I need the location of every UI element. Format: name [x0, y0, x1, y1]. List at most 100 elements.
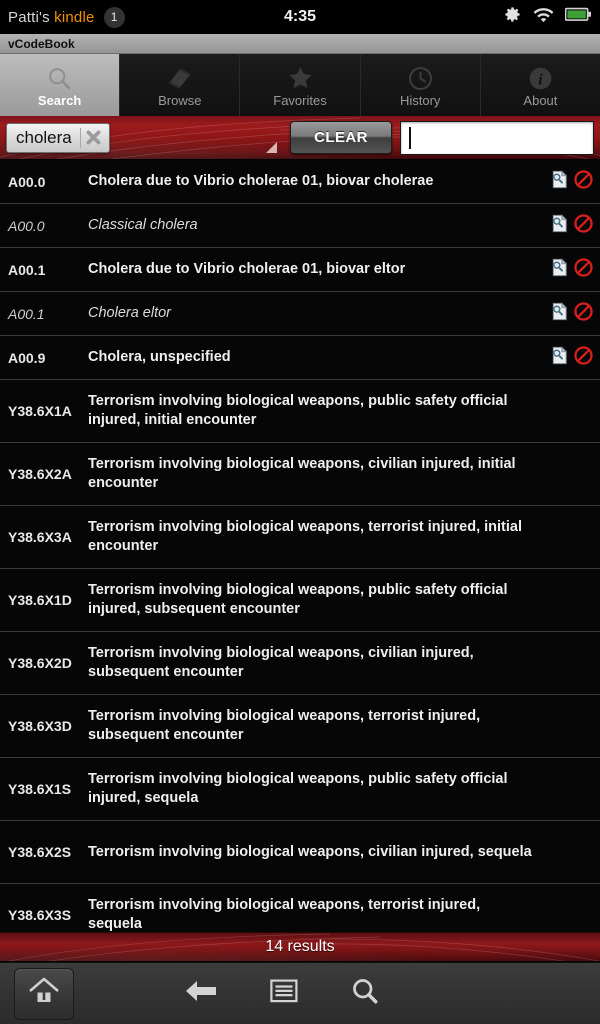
document-search-icon[interactable]	[549, 301, 570, 327]
result-description: Cholera due to Vibrio cholerae 01, biova…	[88, 173, 434, 189]
device-name: Patti's kindle	[8, 9, 95, 26]
device-name-brand: kindle	[54, 8, 95, 26]
clock-icon	[407, 62, 434, 92]
android-status-bar: Patti's kindle 1 4:35	[0, 0, 600, 34]
result-description: Terrorism involving biological weapons, …	[88, 897, 481, 932]
result-description: Cholera due to Vibrio cholerae 01, biova…	[88, 261, 406, 277]
wifi-icon	[533, 7, 554, 28]
document-search-icon[interactable]	[549, 169, 570, 195]
result-description: Terrorism involving biological weapons, …	[88, 708, 481, 743]
search-term-label: cholera	[7, 127, 81, 148]
back-button[interactable]	[184, 978, 218, 1009]
search-input-wrapper[interactable]	[400, 120, 594, 155]
result-row[interactable]: A00.1 Cholera eltor	[0, 292, 600, 336]
result-row[interactable]: Y38.6X1A Terrorism involving biological w…	[0, 380, 600, 443]
search-term-chip[interactable]: cholera	[6, 122, 110, 153]
exclude-icon[interactable]	[573, 345, 594, 371]
results-count-text: 14 results	[265, 938, 335, 955]
results-footer: 14 results	[0, 932, 600, 962]
result-description: Classical cholera	[88, 217, 198, 233]
result-row[interactable]: A00.9 Cholera, unspecified	[0, 336, 600, 380]
result-row[interactable]: A00.1 Cholera due to Vibrio cholerae 01, …	[0, 248, 600, 292]
exclude-icon[interactable]	[573, 301, 594, 327]
tab-bar: Search Browse Favorites History i About	[0, 54, 600, 116]
tab-browse[interactable]: Browse	[120, 54, 241, 116]
result-row[interactable]: Y38.6X3S Terrorism involving biological w…	[0, 884, 600, 932]
search-icon	[350, 976, 380, 1011]
result-row[interactable]: Y38.6X1S Terrorism involving biological w…	[0, 758, 600, 821]
result-description: Terrorism involving biological weapons, …	[88, 519, 523, 554]
tab-label-history: History	[399, 93, 441, 108]
result-description: Cholera eltor	[88, 305, 172, 321]
result-code: A00.9	[8, 349, 46, 366]
result-description: Terrorism involving biological weapons, …	[88, 582, 508, 617]
result-code: Y38.6X3A	[8, 529, 72, 545]
exclude-icon[interactable]	[573, 257, 594, 283]
menu-icon	[270, 978, 298, 1009]
result-row[interactable]: Y38.6X2A Terrorism involving biological w…	[0, 443, 600, 506]
search-input[interactable]	[410, 121, 585, 154]
result-description: Terrorism involving biological weapons, …	[88, 771, 508, 806]
result-row[interactable]: Y38.6X2D Terrorism involving biological w…	[0, 632, 600, 695]
dropdown-triangle-icon[interactable]	[266, 142, 277, 153]
notification-count-badge[interactable]: 1	[103, 6, 125, 28]
result-code: Y38.6X1A	[8, 403, 72, 419]
result-code: A00.0	[8, 217, 45, 234]
magnifier-icon	[46, 62, 73, 92]
app-title: vCodeBook	[8, 36, 75, 51]
result-code: Y38.6X3S	[8, 907, 72, 923]
tab-label-search: Search	[37, 93, 82, 108]
close-x-icon[interactable]	[81, 129, 107, 146]
home-icon	[27, 976, 61, 1011]
result-row[interactable]: A00.0 Cholera due to Vibrio cholerae 01, …	[0, 160, 600, 204]
back-arrow-icon	[184, 978, 218, 1009]
nav-search-button[interactable]	[350, 976, 380, 1011]
document-search-icon[interactable]	[549, 257, 570, 283]
tab-history[interactable]: History	[360, 54, 481, 116]
result-description: Terrorism involving biological weapons, …	[88, 645, 474, 680]
star-icon	[286, 62, 315, 92]
exclude-icon[interactable]	[573, 213, 594, 239]
document-search-icon[interactable]	[549, 213, 570, 239]
result-row[interactable]: Y38.6X3D Terrorism involving biological w…	[0, 695, 600, 758]
info-icon: i	[527, 62, 554, 92]
document-search-icon[interactable]	[549, 345, 570, 371]
result-description: Terrorism involving biological weapons, …	[88, 456, 516, 491]
result-row[interactable]: Y38.6X2S Terrorism involving biological w…	[0, 821, 600, 884]
result-row[interactable]: A00.0 Classical cholera	[0, 204, 600, 248]
clear-button[interactable]: CLEAR	[290, 121, 392, 154]
nav-icon-group	[184, 976, 380, 1011]
gear-icon[interactable]	[503, 5, 522, 29]
result-code: Y38.6X2A	[8, 466, 72, 482]
result-actions	[540, 213, 594, 239]
tab-about[interactable]: i About	[480, 54, 600, 116]
app-root: Patti's kindle 1 4:35 vCodeBook Search B…	[0, 0, 600, 1024]
tab-favorites[interactable]: Favorites	[240, 54, 361, 116]
battery-icon	[564, 7, 592, 27]
exclude-icon[interactable]	[573, 169, 594, 195]
result-code: Y38.6X3D	[8, 718, 72, 734]
result-actions	[540, 257, 594, 283]
result-description: Terrorism involving biological weapons, …	[88, 843, 532, 860]
result-row[interactable]: Y38.6X1D Terrorism involving biological w…	[0, 569, 600, 632]
book-icon	[166, 62, 194, 92]
results-list[interactable]: A00.0 Cholera due to Vibrio cholerae 01, …	[0, 160, 600, 932]
system-nav-bar	[0, 962, 600, 1024]
result-code: A00.1	[8, 305, 45, 322]
result-code: Y38.6X1S	[8, 781, 72, 797]
result-actions	[540, 301, 594, 327]
result-actions	[540, 169, 594, 195]
home-button[interactable]	[14, 967, 74, 1020]
result-code: Y38.6X1D	[8, 592, 72, 608]
tab-search[interactable]: Search	[0, 54, 121, 116]
tab-label-favorites: Favorites	[273, 93, 327, 108]
result-row[interactable]: Y38.6X3A Terrorism involving biological w…	[0, 506, 600, 569]
app-title-bar: vCodeBook	[0, 34, 600, 54]
svg-text:i: i	[538, 71, 543, 88]
tab-label-browse: Browse	[158, 93, 202, 108]
result-code: A00.0	[8, 173, 46, 190]
menu-button[interactable]	[270, 978, 298, 1009]
result-code: Y38.6X2D	[8, 655, 72, 671]
tab-label-about: About	[523, 93, 558, 108]
result-actions	[540, 345, 594, 371]
